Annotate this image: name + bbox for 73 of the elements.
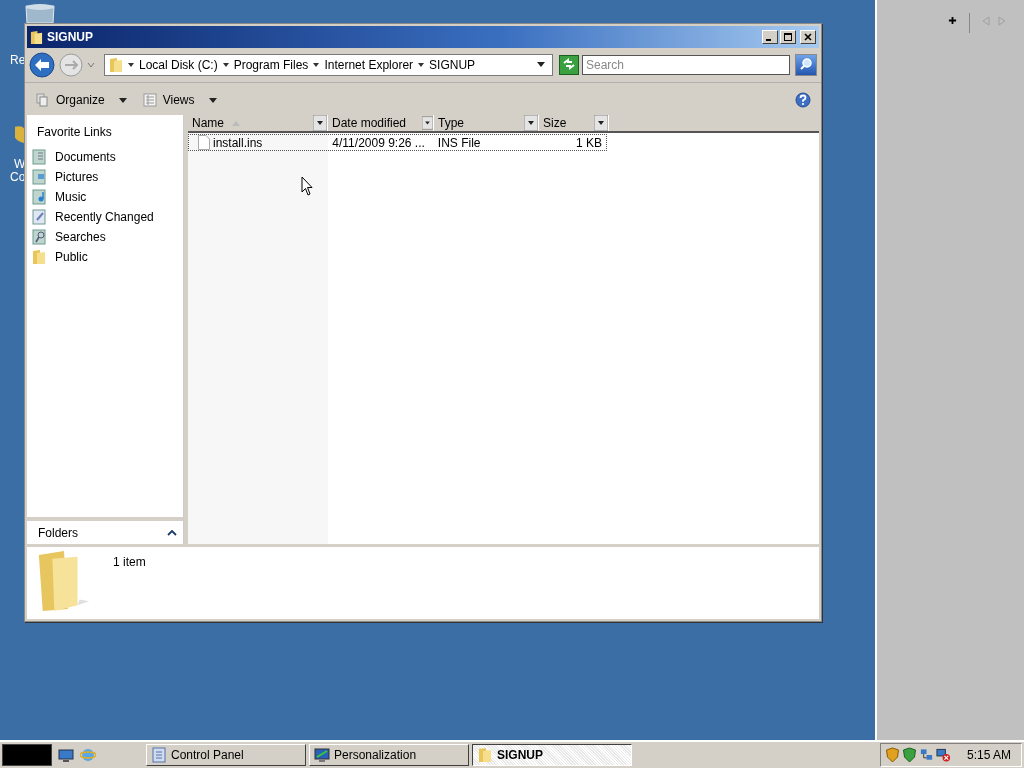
maximize-button[interactable] — [780, 30, 796, 44]
breadcrumb-arrow-icon[interactable] — [128, 63, 134, 67]
pages-icon — [36, 93, 50, 107]
search-field[interactable]: Search — [582, 55, 790, 75]
dropdown-arrow-icon[interactable] — [524, 115, 538, 131]
control-panel-icon — [151, 747, 167, 763]
section-heading: Favorite Links — [36, 124, 113, 141]
dropdown-arrow-icon[interactable] — [537, 62, 545, 68]
refresh-button[interactable] — [559, 55, 579, 75]
close-icon — [803, 32, 813, 42]
network-icon[interactable] — [918, 747, 934, 763]
favorite-link[interactable]: Pictures — [27, 167, 183, 187]
window-title: SIGNUP — [47, 30, 93, 44]
folder-icon — [31, 249, 47, 265]
shield-icon[interactable] — [884, 747, 900, 763]
item-count: 1 item — [113, 555, 146, 569]
toolbar-button[interactable]: Views — [139, 93, 220, 107]
library-icon — [31, 189, 47, 205]
breadcrumb-item[interactable]: Local Disk (C:) — [139, 58, 218, 72]
plus-icon[interactable] — [948, 16, 957, 25]
favorite-link[interactable]: Documents — [27, 147, 183, 167]
library-icon — [31, 149, 47, 165]
breadcrumb-arrow-icon[interactable] — [418, 63, 425, 67]
search-button[interactable] — [795, 54, 817, 76]
table-cell-text: 4/11/2009 9:26 ... — [331, 135, 426, 150]
favorite-link[interactable]: Public — [27, 247, 183, 267]
desktop-icon-label[interactable]: Re — [10, 54, 26, 67]
refresh-icon — [562, 56, 576, 71]
taskbar-button[interactable]: Personalization — [309, 744, 469, 766]
shield-icon[interactable] — [901, 747, 917, 763]
library-icon — [31, 169, 47, 185]
breadcrumb-item[interactable]: Internet Explorer — [324, 58, 414, 72]
folder-icon — [30, 29, 43, 45]
search-icon — [798, 55, 814, 72]
favorite-link[interactable]: Recently Changed — [27, 207, 183, 227]
breadcrumb-item[interactable]: Program Files — [233, 58, 309, 72]
address-bar[interactable]: Local Disk (C:) Program Files Internet Explorer SIGNUP — [104, 54, 553, 76]
file-name: install.ins — [213, 135, 263, 150]
close-button[interactable] — [800, 30, 816, 44]
taskbar-button[interactable]: Control Panel — [146, 744, 306, 766]
recycle-bin-icon[interactable] — [22, 4, 58, 23]
clock[interactable]: 5:15 AM — [966, 748, 1011, 762]
library-icon — [31, 209, 47, 225]
shield-icon[interactable] — [15, 124, 24, 144]
table-cell-text: INS File — [436, 135, 482, 150]
minimize-button[interactable] — [762, 30, 778, 44]
dropdown-arrow-icon[interactable] — [594, 115, 608, 131]
folder-icon — [109, 57, 123, 73]
back-button[interactable] — [29, 52, 55, 78]
breadcrumb-arrow-icon[interactable] — [222, 63, 229, 67]
file-icon — [198, 135, 210, 150]
mouse-pointer-icon — [301, 176, 313, 196]
breadcrumb-item[interactable]: SIGNUP — [429, 58, 476, 72]
toolbar-button[interactable]: Organize — [33, 93, 130, 107]
desktop-icon[interactable] — [58, 747, 74, 763]
taskbar-button[interactable]: SIGNUP — [472, 744, 632, 766]
maximize-icon — [783, 32, 793, 42]
network-disconnected-icon[interactable] — [935, 747, 951, 763]
caret-icon — [208, 97, 217, 103]
table-cell-text: 1 KB — [575, 135, 603, 150]
help-icon[interactable] — [795, 92, 811, 108]
caret-icon — [118, 97, 127, 103]
dropdown-arrow-icon[interactable] — [313, 115, 327, 131]
favorite-link[interactable]: Searches — [27, 227, 183, 247]
monitor-icon — [314, 747, 330, 763]
breadcrumb-arrow-icon[interactable] — [313, 63, 320, 67]
list-icon — [142, 93, 157, 107]
library-icon — [31, 229, 47, 245]
file-row[interactable]: install.ins 4/11/2009 9:26 ... INS File 1 KB — [188, 134, 607, 151]
folder-icon — [477, 747, 493, 763]
favorite-link[interactable]: Music — [27, 187, 183, 207]
minimize-icon — [766, 39, 771, 41]
start-button[interactable] — [2, 744, 52, 766]
